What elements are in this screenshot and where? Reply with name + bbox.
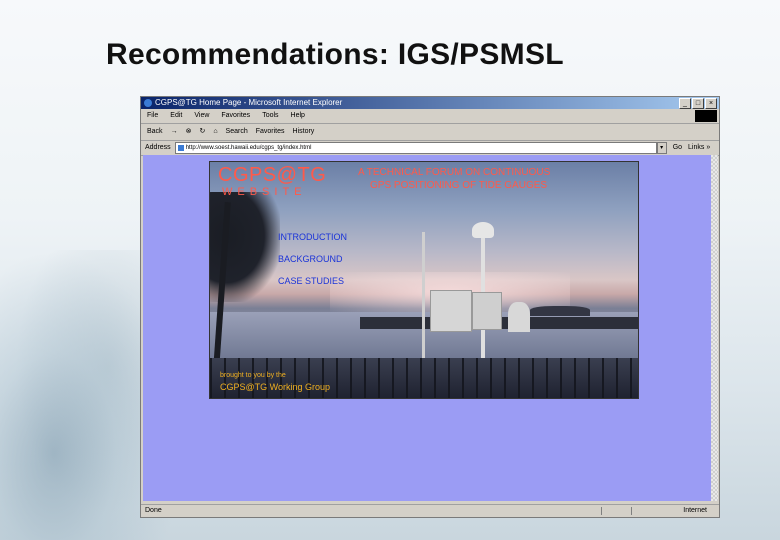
window-title: CGPS@TG Home Page - Microsoft Internet E… <box>155 98 343 107</box>
menu-tools[interactable]: Tools <box>262 109 278 123</box>
menu-favorites[interactable]: Favorites <box>221 109 250 123</box>
credit-line-1: brought to you by the <box>220 372 286 379</box>
browser-window: CGPS@TG Home Page - Microsoft Internet E… <box>140 96 720 518</box>
favorites-button[interactable]: Favorites <box>256 124 285 140</box>
forum-tagline-2: GPS POSITIONING OF TIDE GAUGES <box>370 180 548 191</box>
back-button[interactable]: Back <box>147 124 163 140</box>
close-button[interactable]: × <box>705 98 717 109</box>
status-divider-2 <box>631 507 632 515</box>
nav-background-link[interactable]: BACKGROUND <box>278 254 343 264</box>
address-bar: Address http://www.soest.hawaii.edu/cgps… <box>141 141 719 156</box>
equipment-cabinet-2 <box>472 292 502 330</box>
menu-view[interactable]: View <box>194 109 209 123</box>
history-button[interactable]: History <box>293 124 315 140</box>
menu-edit[interactable]: Edit <box>170 109 182 123</box>
stop-button[interactable]: ⊗ <box>186 124 192 140</box>
menu-file[interactable]: File <box>147 109 158 123</box>
refresh-button[interactable]: ↻ <box>199 124 205 140</box>
menu-help[interactable]: Help <box>291 109 305 123</box>
tide-gauge-housing <box>508 302 530 332</box>
hero-banner: CGPS@TG WEBSITE A TECHNICAL FORUM ON CON… <box>209 161 639 399</box>
address-input[interactable]: http://www.soest.hawaii.edu/cgps_tg/inde… <box>174 142 657 154</box>
browser-titlebar: CGPS@TG Home Page - Microsoft Internet E… <box>141 97 719 109</box>
search-button[interactable]: Search <box>226 124 248 140</box>
minimize-button[interactable]: _ <box>679 98 691 109</box>
address-dropdown-icon[interactable]: ▾ <box>656 142 667 154</box>
nav-introduction-link[interactable]: INTRODUCTION <box>278 232 347 242</box>
gps-antenna-dome-icon <box>472 222 494 238</box>
home-button[interactable]: ⌂ <box>213 124 217 140</box>
go-button[interactable]: Go <box>673 141 682 155</box>
antenna-mast <box>422 232 425 362</box>
status-bar: Done Internet <box>141 504 719 517</box>
status-zone: Internet <box>683 507 707 514</box>
equipment-cabinet <box>430 290 472 332</box>
menu-bar: File Edit View Favorites Tools Help <box>141 109 719 124</box>
vertical-scrollbar[interactable] <box>711 155 718 501</box>
toolbar: Back → ⊗ ↻ ⌂ Search Favorites History <box>141 124 719 141</box>
address-label: Address <box>145 144 171 151</box>
forum-tagline-1: A TECHNICAL FORUM ON CONTINUOUS <box>358 167 551 178</box>
status-divider <box>601 507 602 515</box>
nav-case-studies-link[interactable]: CASE STUDIES <box>278 276 344 286</box>
island <box>530 306 590 316</box>
site-title: CGPS@TG <box>218 164 327 186</box>
slide-title: Recommendations: IGS/PSMSL <box>106 38 564 71</box>
site-subtitle: WEBSITE <box>222 186 307 198</box>
status-text: Done <box>145 507 162 514</box>
credit-line-2: CGPS@TG Working Group <box>220 382 330 392</box>
forward-button[interactable]: → <box>171 124 178 140</box>
windows-logo-icon <box>695 110 717 122</box>
links-button[interactable]: Links » <box>688 141 710 155</box>
page-viewport: CGPS@TG WEBSITE A TECHNICAL FORUM ON CON… <box>143 155 711 501</box>
internet-explorer-icon <box>144 99 152 107</box>
maximize-button[interactable]: □ <box>692 98 704 109</box>
